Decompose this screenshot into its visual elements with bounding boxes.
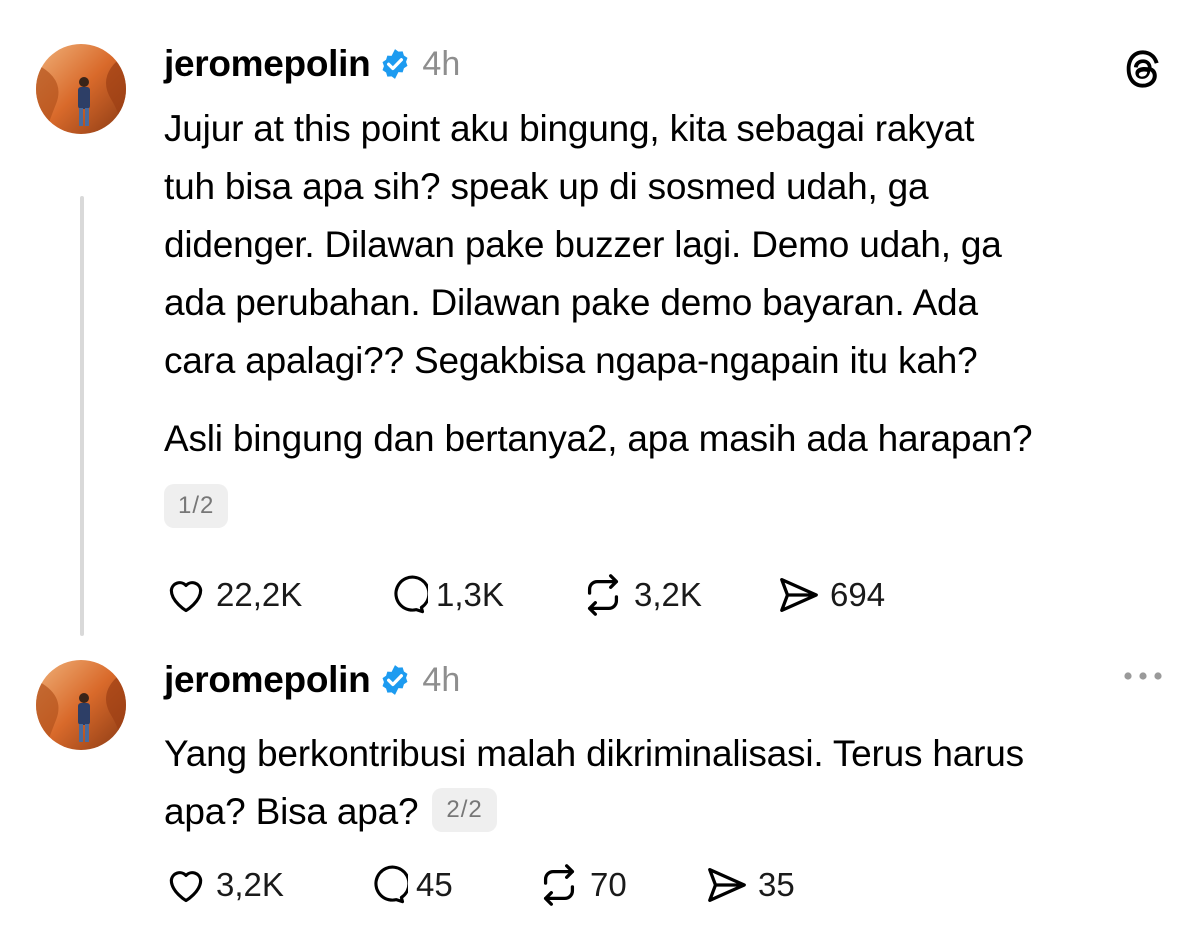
heart-icon [169, 871, 203, 903]
repost-icon [587, 574, 619, 616]
avatar[interactable] [36, 660, 126, 750]
thread-connector-line [80, 196, 84, 636]
post-text-line: Asli bingung dan bertanya2, apa masih ad… [164, 418, 1033, 459]
action-bar: 22,2K 1,3K 3,2K 694 [164, 570, 936, 620]
like-count: 22,2K [216, 576, 303, 613]
reply-count: 1,3K [436, 576, 504, 613]
thread-counter-badge: 2/2 [432, 788, 497, 833]
post-text-line: didenger. Dilawan pake buzzer lagi. Demo… [164, 224, 1002, 265]
post-text-line: tuh bisa apa sih? speak up di sosmed uda… [164, 166, 929, 207]
send-icon [708, 868, 746, 902]
repost-count: 3,2K [634, 576, 702, 613]
post-header: jeromepolin 4h [164, 42, 460, 86]
heart-icon [169, 581, 203, 613]
share-count: 694 [830, 576, 886, 613]
username[interactable]: jeromepolin [164, 659, 371, 701]
threads-logo-icon[interactable] [1120, 46, 1166, 92]
reply-button[interactable]: 45 [364, 863, 536, 907]
reply-count: 45 [416, 866, 453, 903]
post-text-line: apa? Bisa apa? 2/2 [164, 783, 1164, 841]
repost-icon [543, 864, 575, 906]
share-button[interactable]: 35 [704, 862, 844, 908]
repost-button[interactable]: 70 [536, 862, 704, 908]
more-dots-icon[interactable] [1120, 666, 1166, 686]
post-header: jeromepolin 4h [164, 658, 460, 702]
post-text-line: Jujur at this point aku bingung, kita se… [164, 108, 975, 149]
username[interactable]: jeromepolin [164, 43, 371, 85]
post-text-fragment: apa? Bisa apa? [164, 791, 419, 832]
send-icon [780, 578, 818, 612]
verified-badge-icon [378, 663, 412, 697]
reply-button[interactable]: 1,3K [384, 573, 580, 617]
comment-icon [374, 865, 408, 904]
repost-count: 70 [590, 866, 627, 903]
comment-icon [394, 575, 428, 614]
avatar[interactable] [36, 44, 126, 134]
thread-post-1: jeromepolin 4h Jujur at this point aku b… [0, 0, 1200, 640]
post-text: Jujur at this point aku bingung, kita se… [164, 100, 1164, 390]
post-text: Asli bingung dan bertanya2, apa masih ad… [164, 410, 1164, 468]
action-bar: 3,2K 45 70 35 [164, 860, 844, 910]
post-text-line: cara apalagi?? Segakbisa ngapa-ngapain i… [164, 340, 978, 381]
thread-post-2: jeromepolin 4h Yang berkontribusi malah … [0, 640, 1200, 940]
repost-button[interactable]: 3,2K [580, 572, 776, 618]
like-button[interactable]: 22,2K [164, 573, 384, 617]
post-text-line: ada perubahan. Dilawan pake demo bayaran… [164, 282, 978, 323]
like-count: 3,2K [216, 866, 284, 903]
post-text: Yang berkontribusi malah dikriminalisasi… [164, 725, 1164, 841]
share-count: 35 [758, 866, 795, 903]
post-time: 4h [422, 44, 461, 83]
post-text-line: Yang berkontribusi malah dikriminalisasi… [164, 733, 1024, 774]
post-time: 4h [422, 660, 461, 699]
verified-badge-icon [378, 47, 412, 81]
thread-counter-badge: 1/2 [164, 484, 229, 528]
share-button[interactable]: 694 [776, 572, 936, 618]
like-button[interactable]: 3,2K [164, 863, 364, 907]
